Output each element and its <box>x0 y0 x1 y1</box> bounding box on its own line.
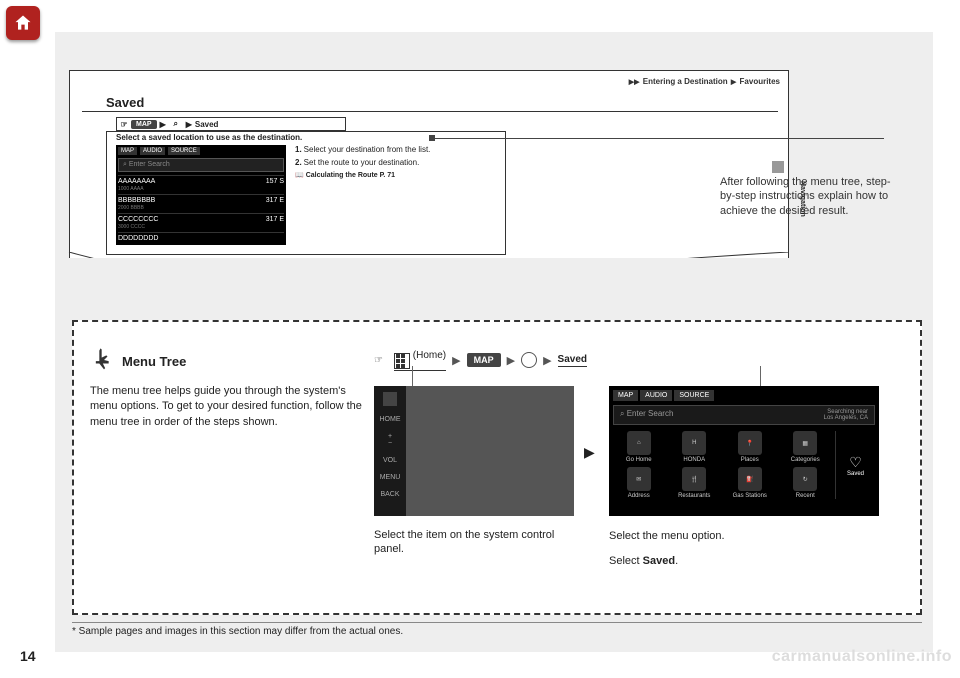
map-chip: MAP <box>467 353 501 367</box>
example-panel: Entering a Destination Favourites Saved … <box>69 70 789 260</box>
cross-reference: Calculating the Route P. 71 <box>295 171 495 179</box>
arrow-icon: ▶ <box>452 354 460 367</box>
callout-line <box>432 138 884 139</box>
search-icon <box>521 352 537 368</box>
arrow-icon: ▶ <box>186 120 192 129</box>
page-number: 14 <box>20 648 36 664</box>
hand-icon: ☞ <box>374 355 388 366</box>
tab: AUDIO <box>640 390 672 401</box>
side-label: HOME <box>380 416 401 423</box>
tile-places: 📍Places <box>724 431 776 463</box>
tab: AUDIO <box>140 147 165 155</box>
nav-menu-screenshot: MAP AUDIO SOURCE ⌕ Enter Search Searchin… <box>609 386 879 516</box>
tile-go-home: ⌂Go Home <box>613 431 665 463</box>
arrow-icon: ▶ <box>507 354 515 367</box>
tile-address: ✉Address <box>613 467 665 499</box>
mini-screenshot: MAP AUDIO SOURCE ⌕ Enter Search AAAAAAAA… <box>116 145 286 245</box>
caption-right: Select the menu option. Select Saved. <box>609 528 859 569</box>
breadcrumb-separator <box>730 77 737 86</box>
side-label: VOL <box>383 457 397 464</box>
menu-path-bar: ☞ (Home) ▶ MAP ▶ ▶ Saved <box>374 350 587 371</box>
curve-mask <box>69 258 789 310</box>
home-button-icon <box>383 392 397 406</box>
steps: 1.Select your destination from the list.… <box>295 145 495 179</box>
menu-tree-panel: Menu Tree The menu tree helps guide you … <box>72 320 922 615</box>
footnote: * Sample pages and images in this sectio… <box>72 622 922 637</box>
tile-restaurants: 🍴Restaurants <box>669 467 721 499</box>
tile-honda: HHONDA <box>669 431 721 463</box>
tab: MAP <box>118 147 137 155</box>
saved-label: Saved <box>558 354 587 367</box>
step-1: 1.Select your destination from the list. <box>295 145 495 154</box>
control-panel-screenshot: HOME +− VOL MENU BACK <box>374 386 574 516</box>
list-item: BBBBBBBB2000 BBBB317 E <box>118 194 284 213</box>
instruction-text: Select a saved location to use as the de… <box>116 133 302 142</box>
search-field: ⌕ Enter Search <box>118 158 284 172</box>
home-label: (Home) <box>413 350 446 361</box>
menu-tree-description: The menu tree helps guide you through th… <box>90 384 365 430</box>
breadcrumb: Entering a Destination Favourites <box>629 77 780 86</box>
tab: MAP <box>613 390 638 401</box>
tile-recent: ↻Recent <box>780 467 832 499</box>
home-grid-icon <box>394 353 410 369</box>
breadcrumb-part-1: Entering a Destination <box>643 77 728 86</box>
list-item: AAAAAAAA1000 AAAA157 S <box>118 175 284 194</box>
step-2: 2.Set the route to your destination. <box>295 158 495 167</box>
thumb-tab <box>772 161 784 173</box>
vol-icon: +− <box>388 433 392 447</box>
hand-icon: ☞ <box>117 120 131 129</box>
side-label: BACK <box>380 491 399 498</box>
arrow-icon: ▶ <box>584 444 595 461</box>
tile-categories: ▦Categories <box>780 431 832 463</box>
menu-strip: ☞ MAP ▶ ⌕ ▶ Saved <box>116 117 346 131</box>
callout-text: After following the menu tree, step-by-s… <box>720 175 900 218</box>
menu-tree-title: Menu Tree <box>122 354 186 369</box>
saved-label: Saved <box>195 120 219 129</box>
breadcrumb-part-2: Favourites <box>740 77 780 86</box>
list-item: CCCCCCCC3000 CCCC317 E <box>118 213 284 232</box>
list-item: DDDDDDDD <box>118 232 284 244</box>
caption-left: Select the item on the system control pa… <box>374 528 564 557</box>
divider <box>82 111 778 112</box>
tab: SOURCE <box>674 390 714 401</box>
tile-gas: ⛽Gas Stations <box>724 467 776 499</box>
section-title: Saved <box>106 95 144 110</box>
arrow-icon: ▶ <box>543 354 551 367</box>
saved-tile-label: Saved <box>847 471 864 477</box>
search-field: ⌕ Enter Search Searching near Los Angele… <box>613 405 875 425</box>
home-button[interactable] <box>6 6 40 40</box>
home-icon <box>13 13 33 33</box>
pointer-hand-icon <box>90 346 118 374</box>
arrow-icon: ▶ <box>160 120 166 129</box>
map-chip: MAP <box>131 120 157 129</box>
watermark: carmanualsonline.info <box>772 648 952 666</box>
tab: SOURCE <box>168 147 200 155</box>
search-icon: ⌕ <box>169 119 183 129</box>
side-label: MENU <box>380 474 401 481</box>
